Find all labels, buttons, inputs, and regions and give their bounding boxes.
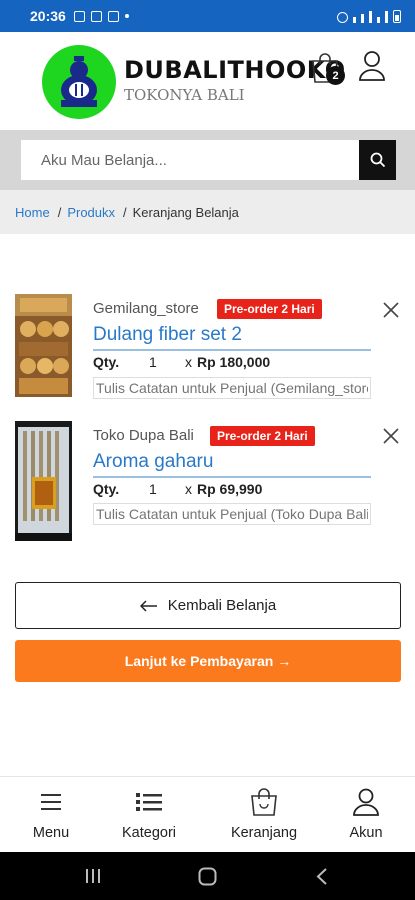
item-price: Rp 180,000 bbox=[197, 354, 271, 370]
product-image-aroma-gaharu bbox=[15, 421, 72, 541]
breadcrumb-separator: / bbox=[123, 204, 127, 220]
battery-icon bbox=[393, 9, 401, 23]
nav-keranjang[interactable]: Keranjang bbox=[219, 787, 309, 841]
arrow-left-icon bbox=[139, 599, 157, 612]
nav-akun[interactable]: Akun bbox=[321, 787, 411, 841]
quantity-row: Qty. 1 x Rp 69,990 bbox=[93, 481, 262, 497]
seller-note-input[interactable] bbox=[93, 503, 371, 525]
home-icon[interactable] bbox=[198, 867, 217, 886]
qty-value[interactable]: 1 bbox=[149, 354, 185, 370]
brand-tagline: TOKONYA BALI bbox=[124, 86, 245, 104]
qty-label: Qty. bbox=[93, 481, 120, 497]
nav-keranjang-label: Keranjang bbox=[230, 825, 298, 841]
breadcrumb-home[interactable]: Home bbox=[15, 205, 50, 220]
product-name-link[interactable]: Dulang fiber set 2 bbox=[93, 324, 371, 351]
breadcrumb-current: Keranjang Belanja bbox=[132, 204, 239, 220]
qty-value[interactable]: 1 bbox=[149, 481, 185, 497]
store-logo[interactable] bbox=[42, 45, 116, 119]
user-icon bbox=[353, 788, 379, 816]
nav-kategori-label: Kategori bbox=[121, 825, 176, 841]
quantity-row: Qty. 1 x Rp 180,000 bbox=[93, 354, 270, 370]
system-indicators bbox=[337, 9, 401, 23]
signal-bar bbox=[385, 10, 388, 23]
system-navigation-bar bbox=[0, 852, 415, 900]
more-notifications-icon bbox=[124, 14, 129, 18]
product-image-dulang bbox=[15, 294, 72, 397]
remove-item-button[interactable] bbox=[382, 427, 400, 445]
search-input[interactable] bbox=[21, 140, 359, 180]
item-price: Rp 69,990 bbox=[197, 481, 263, 497]
alarm-icon bbox=[337, 11, 348, 23]
store-name[interactable]: Toko Dupa Bali bbox=[93, 427, 194, 444]
product-name-link[interactable]: Aroma gaharu bbox=[93, 451, 371, 478]
signal-bar bbox=[369, 10, 372, 23]
seller-note-input[interactable] bbox=[93, 377, 371, 399]
bottom-navigation: Menu Kategori Keranjang Akun bbox=[0, 776, 415, 852]
search-button[interactable] bbox=[359, 140, 396, 180]
product-thumbnail[interactable] bbox=[15, 421, 72, 541]
continue-shopping-button[interactable]: Kembali Belanja bbox=[15, 582, 401, 629]
product-thumbnail[interactable] bbox=[15, 294, 72, 397]
qty-label: Qty. bbox=[93, 354, 120, 370]
cart-item: Gemilang_store Pre-order 2 Hari Dulang f… bbox=[0, 294, 415, 414]
proceed-to-payment-button[interactable]: Lanjut ke Pembayaran → bbox=[15, 640, 401, 682]
menu-icon bbox=[41, 794, 61, 810]
breadcrumb-separator: / bbox=[57, 204, 62, 220]
nav-menu[interactable]: Menu bbox=[6, 787, 96, 841]
status-bar: 20:36 bbox=[0, 0, 415, 32]
remove-item-button[interactable] bbox=[382, 301, 400, 319]
cart-count-badge: 2 bbox=[326, 66, 345, 85]
search-bar bbox=[0, 130, 415, 190]
logo-emblem-icon bbox=[61, 56, 97, 107]
breadcrumb: Home / Produkx / Keranjang Belanja bbox=[0, 190, 415, 234]
signal-bar bbox=[377, 16, 380, 23]
notification-icon bbox=[90, 10, 102, 22]
qty-times: x bbox=[185, 354, 192, 370]
list-icon bbox=[136, 793, 162, 811]
signal-bar bbox=[361, 13, 364, 23]
qty-times: x bbox=[185, 481, 192, 497]
search-icon bbox=[370, 152, 385, 168]
proceed-to-payment-label: Lanjut ke Pembayaran → bbox=[124, 653, 292, 669]
nav-kategori[interactable]: Kategori bbox=[104, 787, 194, 841]
site-header: DUBALITHOOKO TOKONYA BALI 2 bbox=[0, 32, 415, 130]
notification-icon bbox=[73, 10, 85, 22]
preorder-badge: Pre-order 2 Hari bbox=[217, 299, 322, 319]
recent-apps-icon[interactable] bbox=[84, 868, 102, 884]
clock: 20:36 bbox=[30, 8, 66, 24]
nav-menu-label: Menu bbox=[32, 825, 70, 841]
nav-akun-label: Akun bbox=[349, 825, 383, 841]
store-name[interactable]: Gemilang_store bbox=[93, 300, 199, 317]
wifi-icon bbox=[353, 16, 356, 23]
preorder-badge: Pre-order 2 Hari bbox=[210, 426, 315, 446]
back-icon[interactable] bbox=[316, 868, 328, 885]
notification-icons bbox=[73, 10, 129, 22]
continue-shopping-label: Kembali Belanja bbox=[167, 597, 277, 614]
notification-icon bbox=[107, 10, 119, 22]
bag-icon bbox=[251, 788, 277, 816]
user-account-icon[interactable] bbox=[358, 50, 386, 82]
breadcrumb-produkx[interactable]: Produkx bbox=[67, 205, 115, 220]
cart-item: Toko Dupa Bali Pre-order 2 Hari Aroma ga… bbox=[0, 421, 415, 541]
